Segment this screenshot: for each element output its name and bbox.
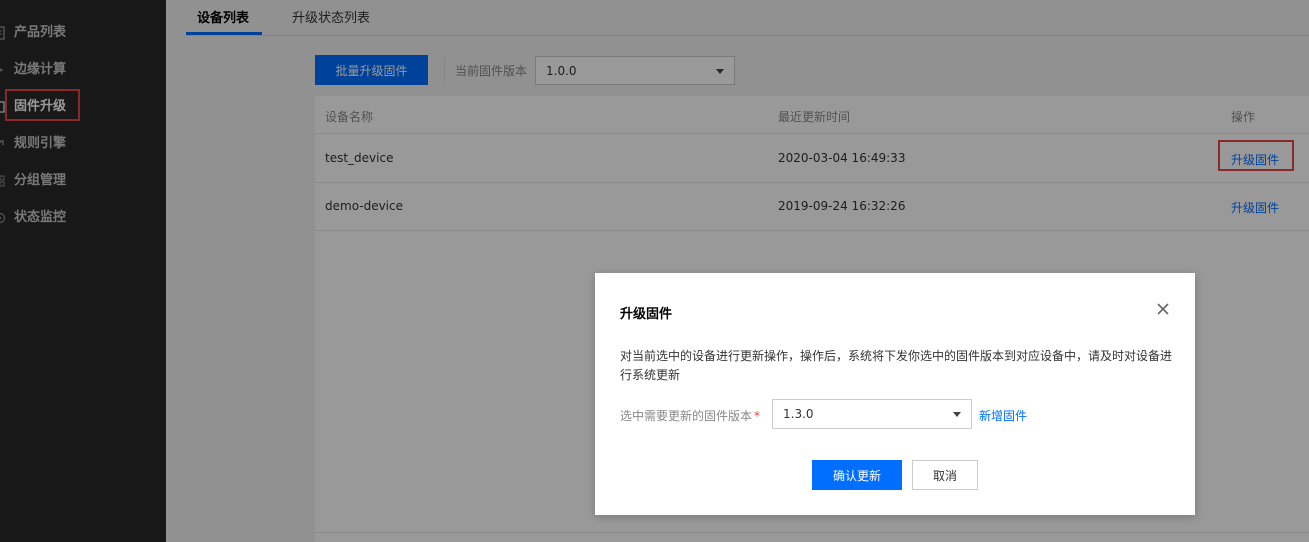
add-firmware-link[interactable]: 新增固件 xyxy=(979,407,1027,424)
sidebar-item-label: 产品列表 xyxy=(14,25,67,40)
sidebar-item-label: 分组管理 xyxy=(14,173,67,188)
firmware-version-select[interactable]: 1.3.0 xyxy=(772,399,972,429)
column-header-name: 设备名称 xyxy=(325,110,374,124)
table-row: demo-device 2019-09-24 16:32:26 升级固件 xyxy=(315,183,1309,231)
current-version-value: 1.0.0 xyxy=(546,63,577,78)
tab-upgrade-status-list[interactable]: 升级状态列表 xyxy=(292,10,370,28)
device-name-cell: demo-device xyxy=(325,199,403,213)
cancel-button[interactable]: 取消 xyxy=(912,460,978,490)
upgrade-firmware-dialog: 升级固件 对当前选中的设备进行更新操作，操作后，系统将下发你选中的固件版本到对应… xyxy=(595,273,1195,515)
update-time-cell: 2019-09-24 16:32:26 xyxy=(778,199,906,213)
edge-icon xyxy=(0,63,6,77)
sidebar-highlight-box xyxy=(5,89,80,121)
monitor-icon xyxy=(0,211,6,225)
device-name-cell: test_device xyxy=(325,151,394,165)
rule-icon xyxy=(0,137,6,151)
action-highlight-box xyxy=(1218,140,1294,171)
version-field-label-text: 选中需要更新的固件版本 xyxy=(620,409,753,423)
active-tab-indicator xyxy=(186,32,262,35)
close-icon[interactable] xyxy=(1155,301,1171,317)
chevron-down-icon xyxy=(716,68,724,74)
current-version-select[interactable]: 1.0.0 xyxy=(535,56,735,85)
group-icon xyxy=(0,174,6,188)
upgrade-firmware-link[interactable]: 升级固件 xyxy=(1231,199,1279,216)
table-row: test_device 2020-03-04 16:49:33 升级固件 xyxy=(315,135,1309,183)
sidebar: 产品列表 边缘计算 固件升级 规则引擎 分组管理 状态监控 xyxy=(0,0,166,542)
confirm-update-button[interactable]: 确认更新 xyxy=(812,460,902,490)
column-header-time: 最近更新时间 xyxy=(778,110,851,124)
tab-bar: 设备列表 升级状态列表 xyxy=(186,0,1309,36)
firmware-version-value: 1.3.0 xyxy=(783,407,814,421)
batch-upgrade-button[interactable]: 批量升级固件 xyxy=(315,55,428,85)
sidebar-item-label: 边缘计算 xyxy=(14,62,67,77)
column-header-action: 操作 xyxy=(1231,110,1256,124)
table-footer-line xyxy=(315,532,1309,533)
tab-device-list[interactable]: 设备列表 xyxy=(197,10,249,28)
chevron-down-icon xyxy=(953,412,961,417)
current-version-label: 当前固件版本 xyxy=(455,64,528,78)
dialog-title: 升级固件 xyxy=(620,307,673,322)
toolbar-divider xyxy=(444,58,445,82)
update-time-cell: 2020-03-04 16:49:33 xyxy=(778,151,906,165)
list-icon xyxy=(0,26,6,40)
required-mark: * xyxy=(754,409,761,423)
sidebar-item-label: 规则引擎 xyxy=(14,136,67,151)
dialog-description: 对当前选中的设备进行更新操作，操作后，系统将下发你选中的固件版本到对应设备中，请… xyxy=(620,349,1173,382)
table-header: 设备名称 最近更新时间 操作 xyxy=(315,96,1309,134)
sidebar-item-label: 状态监控 xyxy=(14,210,67,225)
version-field-label: 选中需要更新的固件版本 * xyxy=(620,407,760,424)
